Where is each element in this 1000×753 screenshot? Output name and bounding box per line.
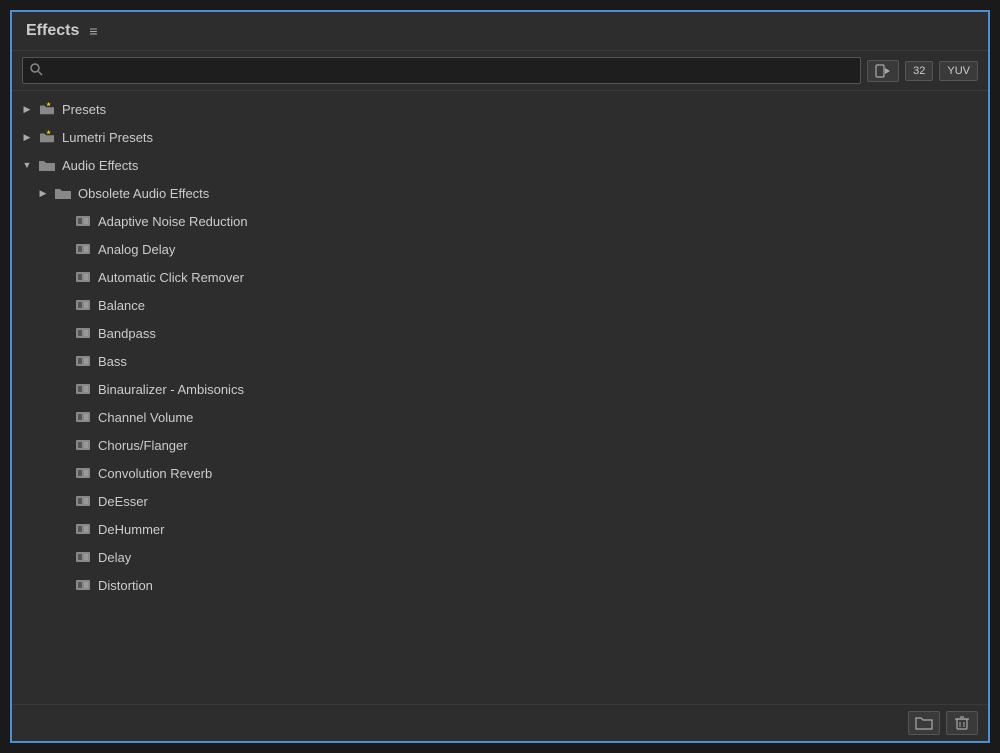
chevron-icon	[20, 130, 34, 144]
star-folder-icon	[38, 102, 56, 116]
effect-icon	[74, 297, 92, 313]
item-label: Lumetri Presets	[62, 130, 153, 145]
tree-item-balance[interactable]: Balance	[12, 291, 988, 319]
tree-item-deesser[interactable]: DeEsser	[12, 487, 988, 515]
content-area: Presets Lumetri Presets Audio Effects Ob…	[12, 91, 988, 704]
star-folder-icon	[38, 130, 56, 144]
tree-item-automatic-click-remover[interactable]: Automatic Click Remover	[12, 263, 988, 291]
item-label: Delay	[98, 550, 131, 565]
item-label: Convolution Reverb	[98, 466, 212, 481]
effect-icon	[74, 381, 92, 397]
yuv-button[interactable]: YUV	[939, 61, 978, 81]
effect-icon	[74, 437, 92, 453]
item-label: Bandpass	[98, 326, 156, 341]
tree-item-lumetri-presets[interactable]: Lumetri Presets	[12, 123, 988, 151]
panel-title: Effects	[26, 22, 79, 40]
item-label: Balance	[98, 298, 145, 313]
accelerate-button[interactable]	[867, 60, 899, 82]
delete-button[interactable]	[946, 711, 978, 735]
tree-item-analog-delay[interactable]: Analog Delay	[12, 235, 988, 263]
tree-item-audio-effects[interactable]: Audio Effects	[12, 151, 988, 179]
effect-icon	[74, 325, 92, 341]
item-label: Channel Volume	[98, 410, 193, 425]
effects-panel: Effects ≡ 32 YUV Pre	[10, 10, 990, 743]
effect-icon	[74, 521, 92, 537]
item-label: DeHummer	[98, 522, 164, 537]
effect-icon	[74, 493, 92, 509]
chevron-icon	[20, 158, 34, 172]
tree-item-bandpass[interactable]: Bandpass	[12, 319, 988, 347]
item-label: Adaptive Noise Reduction	[98, 214, 248, 229]
item-label: Presets	[62, 102, 106, 117]
tree-item-obsolete-audio-effects[interactable]: Obsolete Audio Effects	[12, 179, 988, 207]
tree-item-chorus-flanger[interactable]: Chorus/Flanger	[12, 431, 988, 459]
folder-icon	[38, 158, 56, 172]
item-label: Chorus/Flanger	[98, 438, 188, 453]
panel-footer	[12, 704, 988, 741]
chevron-icon	[36, 186, 50, 200]
item-label: DeEsser	[98, 494, 148, 509]
effect-icon	[74, 241, 92, 257]
item-label: Automatic Click Remover	[98, 270, 244, 285]
item-label: Analog Delay	[98, 242, 175, 257]
effect-icon	[74, 353, 92, 369]
tree-item-channel-volume[interactable]: Channel Volume	[12, 403, 988, 431]
tree-item-distortion[interactable]: Distortion	[12, 571, 988, 599]
32bit-button[interactable]: 32	[905, 61, 933, 81]
tree-item-presets[interactable]: Presets	[12, 95, 988, 123]
chevron-icon	[20, 102, 34, 116]
item-label: Audio Effects	[62, 158, 138, 173]
item-label: Obsolete Audio Effects	[78, 186, 209, 201]
tree-item-delay[interactable]: Delay	[12, 543, 988, 571]
menu-icon[interactable]: ≡	[89, 23, 97, 39]
effect-icon	[74, 577, 92, 593]
tree-item-convolution-reverb[interactable]: Convolution Reverb	[12, 459, 988, 487]
tree-item-binauralizer-ambisonics[interactable]: Binauralizer - Ambisonics	[12, 375, 988, 403]
effect-icon	[74, 549, 92, 565]
tree-item-adaptive-noise-reduction[interactable]: Adaptive Noise Reduction	[12, 207, 988, 235]
effect-icon	[74, 269, 92, 285]
effect-icon	[74, 213, 92, 229]
tree-container[interactable]: Presets Lumetri Presets Audio Effects Ob…	[12, 91, 988, 704]
effect-icon	[74, 465, 92, 481]
item-label: Binauralizer - Ambisonics	[98, 382, 244, 397]
effect-icon	[74, 409, 92, 425]
item-label: Bass	[98, 354, 127, 369]
new-folder-button[interactable]	[908, 711, 940, 735]
tree-item-dehummer[interactable]: DeHummer	[12, 515, 988, 543]
tree-item-bass[interactable]: Bass	[12, 347, 988, 375]
toolbar: 32 YUV	[12, 51, 988, 91]
panel-header: Effects ≡	[12, 12, 988, 51]
item-label: Distortion	[98, 578, 153, 593]
folder-icon	[54, 186, 72, 200]
search-wrapper	[22, 57, 861, 84]
search-input[interactable]	[22, 57, 861, 84]
